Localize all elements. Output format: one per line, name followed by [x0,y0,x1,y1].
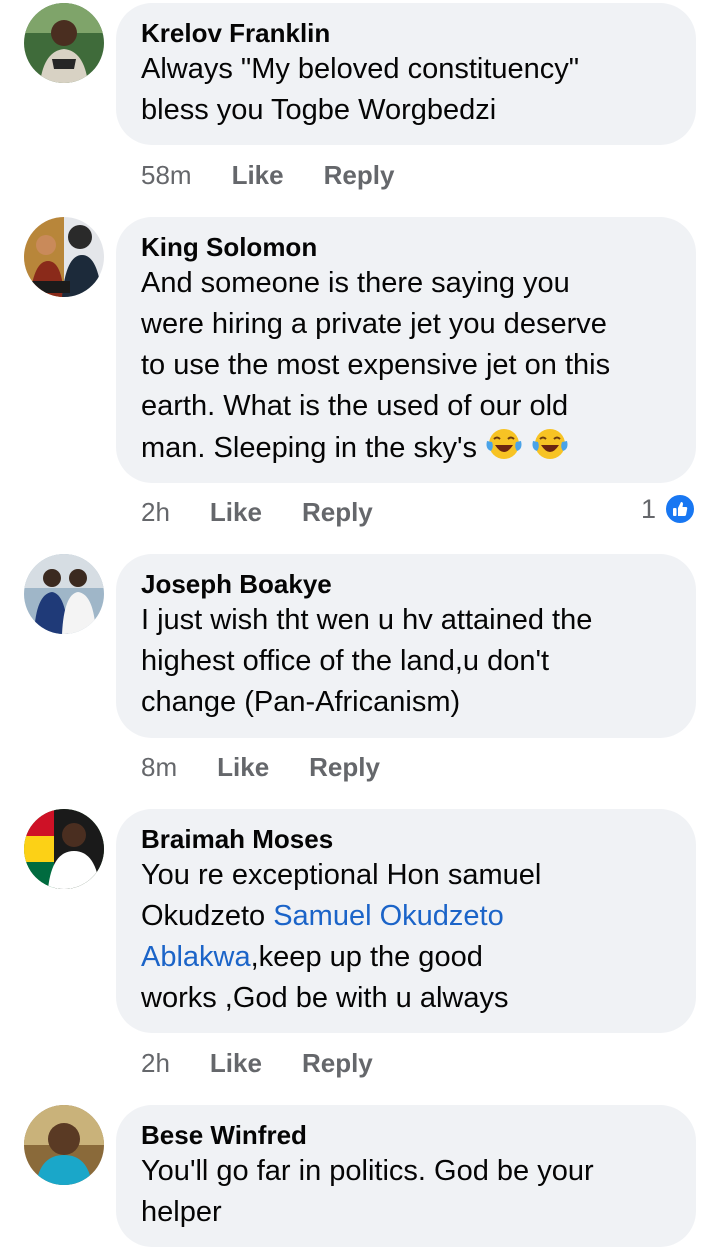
comment-text-line: Always "My beloved constituency" [141,53,580,85]
face-with-tears-of-joy-icon [532,429,568,459]
comment-text-line: You'll go far in politics. God be your [141,1155,594,1187]
like-button[interactable]: Like [232,159,284,191]
comment-actions: 58m Like Reply [141,159,434,191]
comment-text-line: to use the most expensive jet on this [141,349,611,381]
comment-text-line: earth. What is the used of our old [141,390,569,422]
comment-actions: 8m Like Reply [141,751,420,783]
comment-text-line: You re exceptional Hon samuel [141,859,542,891]
comment-text-line: Okudzeto Samuel Okudzeto [141,896,672,937]
reaction-summary[interactable]: 1 [641,493,696,525]
comment-text: ,keep up the good [250,941,483,973]
avatar[interactable] [24,3,104,83]
like-button[interactable]: Like [217,751,269,783]
comment-time[interactable]: 58m [141,159,192,191]
like-button[interactable]: Like [210,496,262,528]
comment-text-line: Ablakwa,keep up the good [141,937,672,978]
avatar[interactable] [24,1105,104,1185]
comment-actions: 2h Like Reply [141,496,413,528]
face-with-tears-of-joy-icon [486,429,522,459]
comment-text-line: bless you Togbe Worgbedzi [141,94,497,126]
comment-text-line: helper [141,1196,222,1228]
like-button[interactable]: Like [210,1047,262,1079]
comment-text: man. Sleeping in the sky's [141,432,477,464]
comment-author[interactable]: Bese Winfred [141,1119,672,1151]
comment-bubble: Joseph Boakye I just wish tht wen u hv a… [116,554,696,738]
like-icon [664,493,696,525]
avatar[interactable] [24,554,104,634]
avatar[interactable] [24,809,104,889]
comment-time[interactable]: 2h [141,496,170,528]
mention-link[interactable]: Samuel Okudzeto [273,900,504,932]
comment-text-line: change (Pan-Africanism) [141,686,461,718]
comment-text-line: I just wish tht wen u hv attained the [141,604,593,636]
comment-actions: 2h Like Reply [141,1047,413,1079]
comment-author[interactable]: King Solomon [141,231,672,263]
comment-author[interactable]: Krelov Franklin [141,17,672,49]
comment-author[interactable]: Joseph Boakye [141,568,672,600]
reply-button[interactable]: Reply [302,496,373,528]
comment-text-line: highest office of the land,u don't [141,645,550,677]
comment-text: Okudzeto [141,900,274,932]
reply-button[interactable]: Reply [324,159,395,191]
reply-button[interactable]: Reply [309,751,380,783]
comment-time[interactable]: 8m [141,751,177,783]
mention-link[interactable]: Ablakwa [141,941,251,973]
comment-bubble: Braimah Moses You re exceptional Hon sam… [116,809,696,1033]
reply-button[interactable]: Reply [302,1047,373,1079]
comment-text-line-with-emoji: man. Sleeping in the sky's [141,427,672,469]
avatar[interactable] [24,217,104,297]
comment-text-line: works ,God be with u always [141,982,509,1014]
comment-time[interactable]: 2h [141,1047,170,1079]
comment-author[interactable]: Braimah Moses [141,823,672,855]
comment-text-line: were hiring a private jet you deserve [141,308,607,340]
comment-bubble: Krelov Franklin Always "My beloved const… [116,3,696,145]
comment-text-line: And someone is there saying you [141,267,570,299]
reaction-count: 1 [640,493,656,524]
comment-bubble: King Solomon And someone is there saying… [116,217,696,483]
comment-bubble: Bese Winfred You'll go far in politics. … [116,1105,696,1247]
